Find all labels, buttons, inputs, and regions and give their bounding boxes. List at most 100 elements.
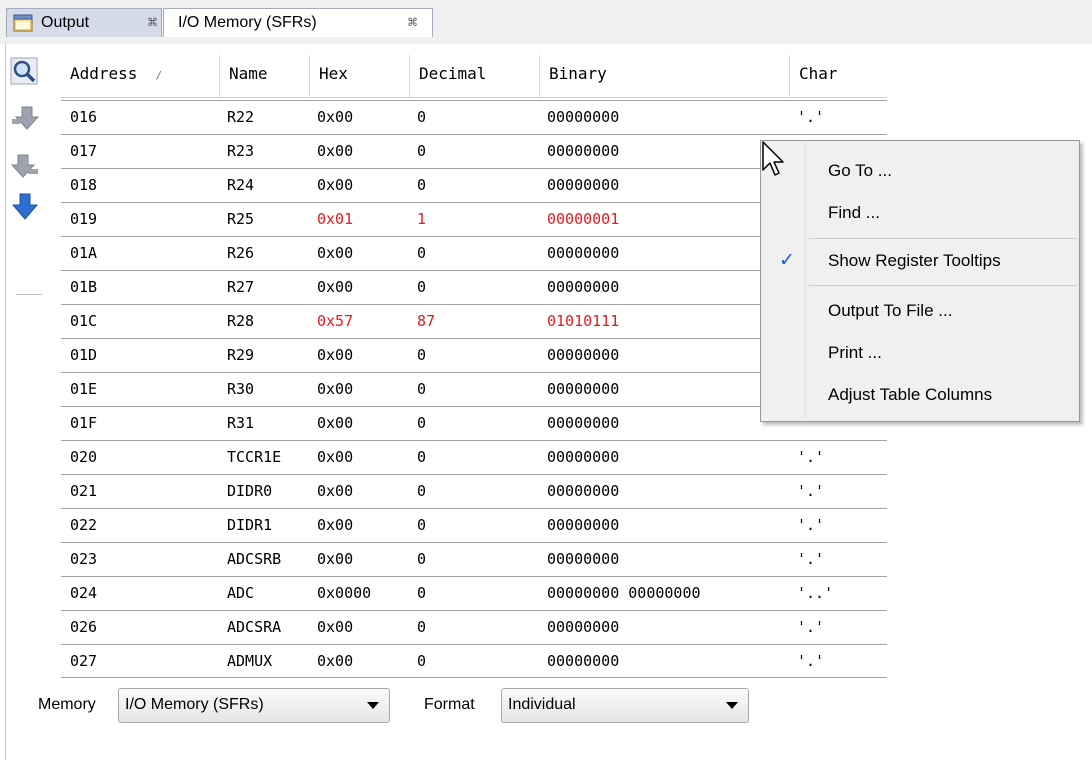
address-cell: 01C [70,312,98,330]
decimal-cell: 1 [417,210,427,228]
decimal-cell: 0 [417,108,427,126]
tab-io-memory[interactable]: I/O Memory (SFRs) ⌘ [163,8,433,37]
format-label: Format [424,696,475,713]
column-label: Name [229,64,268,83]
close-icon[interactable]: ⌘ [407,16,418,29]
decimal-cell: 0 [417,278,427,296]
format-select[interactable]: Individual [501,688,749,723]
binary-cell: 00000000 [547,550,620,568]
binary-cell: 00000000 [547,108,620,126]
step-out-icon[interactable] [8,151,42,185]
step-into-icon[interactable] [8,103,42,137]
hex-cell: 0x00 [317,346,354,364]
table-row[interactable]: 027 ADMUX 0x00 0 00000000 '.' [61,644,887,678]
column-header-address[interactable]: Address / [61,55,220,97]
decimal-cell: 0 [417,142,427,160]
menu-item-output-to-file[interactable]: Output To File ... [761,293,1079,329]
name-cell: R27 [227,278,255,296]
menu-item-go-to[interactable]: Go To ... [761,153,1079,189]
zoom-icon[interactable] [8,55,42,89]
decimal-cell: 0 [417,584,427,602]
table-row[interactable]: 020 TCCR1E 0x00 0 00000000 '.' [61,440,887,474]
close-icon[interactable]: ⌘ [147,16,158,29]
table-row[interactable]: 026 ADCSRA 0x00 0 00000000 '.' [61,610,887,644]
column-label: Hex [319,64,348,83]
decimal-cell: 0 [417,448,427,466]
address-cell: 019 [70,210,98,228]
tab-output-label: Output [41,14,90,31]
address-cell: 026 [70,618,98,636]
column-header-hex[interactable]: Hex [310,55,410,97]
table-row[interactable]: 022 DIDR1 0x00 0 00000000 '.' [61,508,887,542]
name-cell: TCCR1E [227,448,282,466]
char-cell: '.' [797,448,825,466]
binary-cell: 00000000 [547,448,620,466]
table-row[interactable]: 021 DIDR0 0x00 0 00000000 '.' [61,474,887,508]
menu-item-show-register-tooltips[interactable]: ✓ Show Register Tooltips [761,243,1079,279]
memory-select[interactable]: I/O Memory (SFRs) [118,688,390,723]
decimal-cell: 0 [417,176,427,194]
address-cell: 027 [70,652,98,670]
name-cell: R22 [227,108,255,126]
char-cell: '.' [797,108,825,126]
address-cell: 01E [70,380,98,398]
column-header-binary[interactable]: Binary [540,55,790,97]
char-cell: '.' [797,618,825,636]
menu-item-label: Adjust Table Columns [828,385,993,404]
column-header-name[interactable]: Name [220,55,310,97]
hex-cell: 0x00 [317,414,354,432]
menu-separator [809,238,1077,239]
char-cell: '.' [797,550,825,568]
binary-cell: 00000000 [547,244,620,262]
name-cell: DIDR0 [227,482,273,500]
tab-output[interactable]: Output ⌘ [6,8,162,37]
format-select-value: Individual [508,696,576,713]
char-cell: '..' [797,584,834,602]
memory-label: Memory [38,696,96,713]
address-cell: 023 [70,550,98,568]
menu-item-find[interactable]: Find ... [761,195,1079,231]
table-row[interactable]: 023 ADCSRB 0x00 0 00000000 '.' [61,542,887,576]
name-cell: R31 [227,414,255,432]
decimal-cell: 0 [417,414,427,432]
address-cell: 021 [70,482,98,500]
name-cell: ADCSRB [227,550,282,568]
hex-cell: 0x01 [317,210,354,228]
name-cell: R29 [227,346,255,364]
name-cell: R30 [227,380,255,398]
hex-cell: 0x00 [317,652,354,670]
hex-cell: 0x00 [317,278,354,296]
address-cell: 022 [70,516,98,534]
menu-item-adjust-table-columns[interactable]: Adjust Table Columns [761,377,1079,413]
table-row[interactable]: 024 ADC 0x0000 0 00000000 00000000 '..' [61,576,887,610]
name-cell: R23 [227,142,255,160]
menu-item-label: Find ... [828,203,880,222]
decimal-cell: 0 [417,516,427,534]
address-cell: 018 [70,176,98,194]
decimal-cell: 0 [417,346,427,364]
binary-cell: 00000000 [547,482,620,500]
menu-item-print[interactable]: Print ... [761,335,1079,371]
binary-cell: 00000000 [547,176,620,194]
hex-cell: 0x0000 [317,584,372,602]
memory-select-value: I/O Memory (SFRs) [125,696,264,713]
column-header-decimal[interactable]: Decimal [410,55,540,97]
name-cell: R24 [227,176,255,194]
down-arrow-icon[interactable] [8,191,42,225]
hex-cell: 0x00 [317,380,354,398]
decimal-cell: 87 [417,312,436,330]
chevron-down-icon [726,702,738,709]
table-row[interactable]: 016 R22 0x00 0 00000000 '.' [61,100,887,134]
name-cell: ADC [227,584,255,602]
name-cell: DIDR1 [227,516,273,534]
hex-cell: 0x00 [317,448,354,466]
binary-cell: 00000000 [547,414,620,432]
table-header: Address / Name Hex Decimal Binary Char [61,55,887,98]
name-cell: R28 [227,312,255,330]
address-cell: 024 [70,584,98,602]
panel-border [5,43,6,760]
name-cell: R26 [227,244,255,262]
decimal-cell: 0 [417,482,427,500]
column-header-char[interactable]: Char [790,55,887,97]
name-cell: ADMUX [227,652,273,670]
